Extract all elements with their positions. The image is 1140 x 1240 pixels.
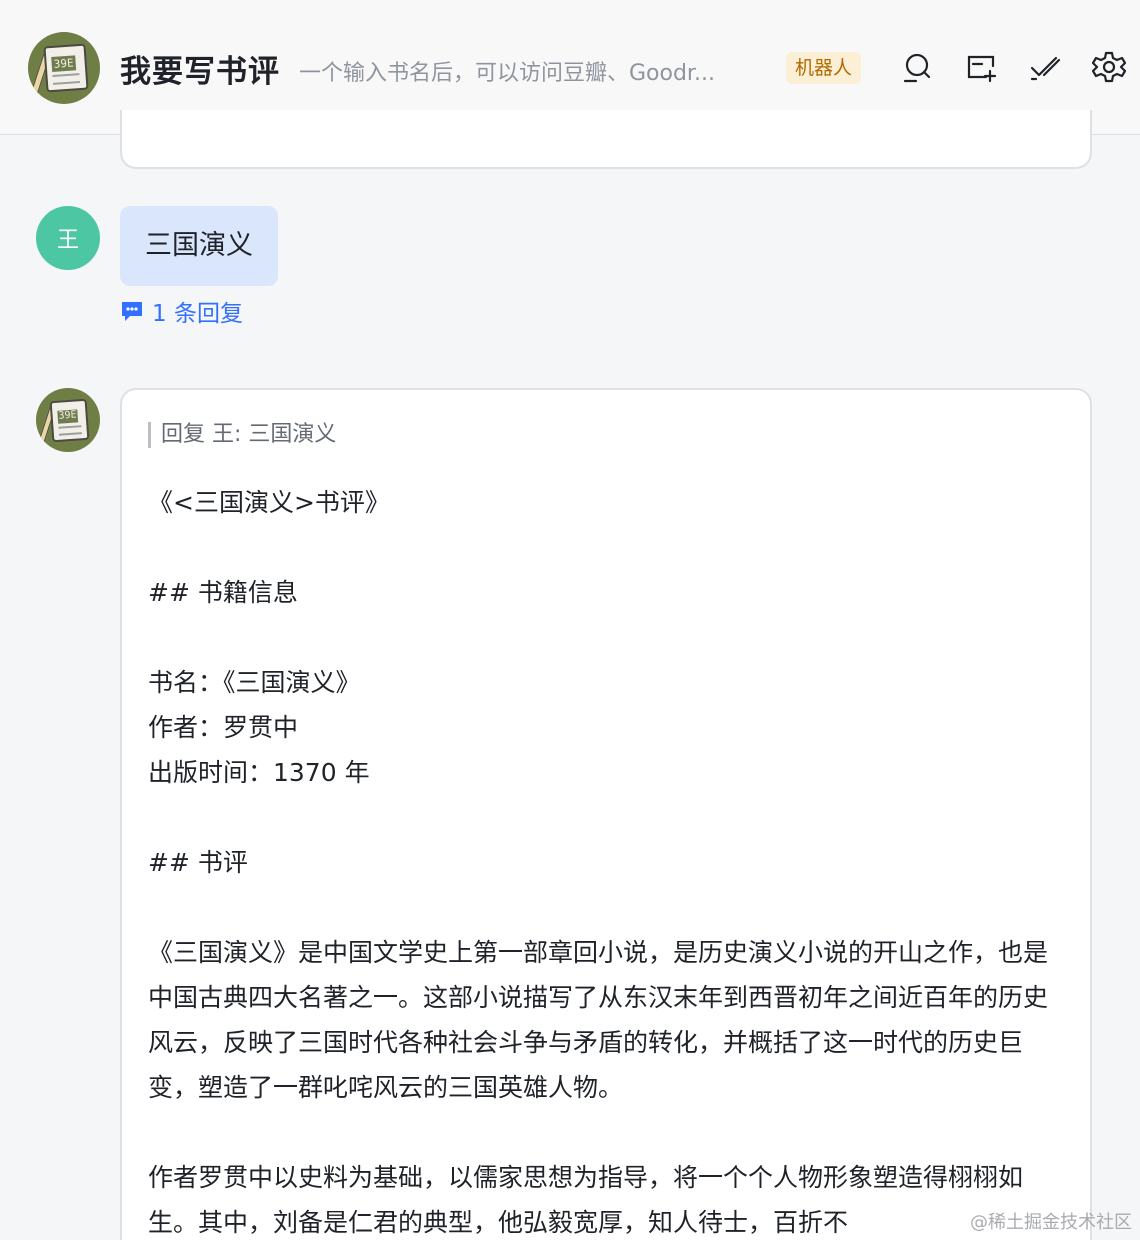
add-screen-icon[interactable]: [964, 50, 998, 84]
book-icon: 39E: [43, 43, 89, 93]
bot-description[interactable]: 一个输入书名后，可以访问豆瓣、Goodr...: [299, 55, 755, 87]
thread-reply-link[interactable]: 1 条回复: [120, 294, 243, 328]
bot-badge: 机器人: [786, 52, 862, 84]
review-content: 《<三国演义>书评》 ## 书籍信息 书名：《三国演义》 作者：罗贯中 出版时间…: [148, 480, 1048, 1240]
review-paragraph: 《三国演义》是中国文学史上第一部章回小说，是历史演义小说的开山之作，也是中国古典…: [148, 938, 1049, 1102]
settings-gear-icon[interactable]: [1091, 50, 1127, 84]
book-icon: 39E: [49, 398, 90, 442]
section-heading-book-info: ## 书籍信息: [148, 578, 298, 607]
reply-count-label[interactable]: 1 条回复: [152, 294, 243, 328]
search-chat-icon[interactable]: [900, 50, 934, 84]
reply-quote: 回复 王: 三国演义: [148, 422, 336, 448]
section-heading-review: ## 书评: [148, 848, 248, 877]
watermark: @稀土掘金技术社区: [970, 1212, 1132, 1233]
book-screen-label: 39E: [57, 409, 79, 424]
book-date-line: 出版时间：1370 年: [148, 758, 370, 787]
bot-title: 我要写书评: [120, 54, 280, 90]
book-author-line: 作者：罗贯中: [148, 713, 299, 742]
previous-message-card: [120, 110, 1092, 169]
user-message-bubble: 三国演义: [120, 206, 278, 286]
bot-reply-avatar[interactable]: 39E: [36, 388, 100, 452]
user-avatar[interactable]: 王: [36, 206, 100, 270]
review-title: 《<三国演义>书评》: [148, 488, 390, 517]
review-paragraph: 作者罗贯中以史料为基础，以儒家思想为指导，将一个个人物形象塑造得栩栩如生。其中，…: [148, 1163, 1024, 1237]
edit-check-icon[interactable]: [1028, 50, 1062, 84]
book-screen-label: 39E: [51, 55, 77, 72]
book-name-line: 书名：《三国演义》: [148, 668, 361, 697]
bot-reply-card: 回复 王: 三国演义 《<三国演义>书评》 ## 书籍信息 书名：《三国演义》 …: [120, 388, 1092, 1240]
bot-avatar[interactable]: 39E: [28, 32, 100, 104]
comment-icon: [122, 302, 142, 321]
